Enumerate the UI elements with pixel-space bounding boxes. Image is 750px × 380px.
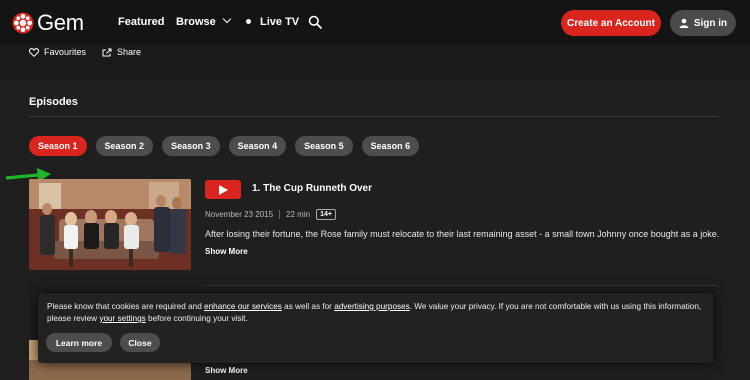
nav-browse-label: Browse (176, 16, 216, 28)
season-tabs: Season 1 Season 2 Season 3 Season 4 Seas… (29, 136, 420, 156)
top-nav: Gem Featured Browse Live TV Create an Ac… (0, 0, 750, 44)
gem-logo[interactable]: Gem (12, 10, 84, 36)
play-icon (219, 184, 228, 195)
episodes-heading: Episodes (29, 96, 78, 108)
episode-divider (205, 285, 719, 286)
cookie-message: Please know that cookies are required an… (47, 301, 707, 325)
search-icon[interactable] (308, 15, 322, 29)
section-divider (29, 116, 719, 117)
episode-duration: 22 min (286, 210, 311, 219)
create-account-button[interactable]: Create an Account (561, 10, 661, 36)
your-settings-link[interactable]: your settings (99, 314, 145, 323)
tab-season-3[interactable]: Season 3 (162, 136, 220, 156)
play-button[interactable] (205, 180, 241, 199)
cookie-text-part: before continuing your visit. (145, 314, 248, 323)
chevron-down-icon (222, 14, 231, 24)
user-icon (679, 18, 689, 28)
favourites-button[interactable]: Favourites (29, 47, 86, 57)
episode-date: November 23 2015 (205, 210, 274, 219)
show-more-button[interactable]: Show More (205, 247, 248, 256)
tab-season-5[interactable]: Season 5 (295, 136, 353, 156)
favourites-label: Favourites (44, 47, 87, 57)
tab-season-6[interactable]: Season 6 (361, 136, 420, 156)
cbc-gem-logo-icon (12, 12, 34, 34)
share-button[interactable]: Share (102, 47, 141, 57)
cookie-banner: Please know that cookies are required an… (38, 293, 713, 363)
nav-live-tv-label: Live TV (260, 16, 300, 28)
learn-more-button[interactable]: Learn more (46, 333, 112, 352)
cookie-text-part: as well as for (281, 302, 335, 311)
episode-title[interactable]: 1. The Cup Runneth Over (252, 183, 372, 194)
heart-icon (29, 47, 39, 57)
advertising-purposes-link[interactable]: advertising purposes (334, 302, 410, 311)
nav-featured[interactable]: Featured (118, 16, 164, 28)
live-dot-icon (246, 19, 251, 24)
next-show-more-button[interactable]: Show More (205, 366, 248, 375)
share-icon (102, 48, 112, 56)
episode-thumbnail[interactable] (29, 179, 191, 270)
tab-season-1[interactable]: Season 1 (29, 136, 87, 156)
sign-in-label: Sign in (693, 17, 728, 29)
episode-meta: November 23 2015 22 min 14+ (205, 209, 336, 220)
tab-season-4[interactable]: Season 4 (228, 136, 287, 156)
close-cookie-button[interactable]: Close (120, 333, 160, 352)
episode-thumbnail-image (29, 179, 191, 270)
nav-browse[interactable]: Browse (176, 14, 231, 28)
meta-separator (279, 210, 281, 219)
enhance-services-link[interactable]: enhance our services (204, 302, 282, 311)
nav-live-tv[interactable]: Live TV (246, 16, 299, 28)
rating-badge: 14+ (316, 209, 336, 220)
sign-in-button[interactable]: Sign in (670, 10, 736, 36)
episode-description: After losing their fortune, the Rose fam… (205, 229, 720, 239)
logo-text: Gem (37, 10, 84, 35)
cookie-text-part: Please know that cookies are required an… (47, 302, 205, 311)
tab-season-2[interactable]: Season 2 (95, 136, 154, 156)
share-label: Share (117, 47, 142, 57)
